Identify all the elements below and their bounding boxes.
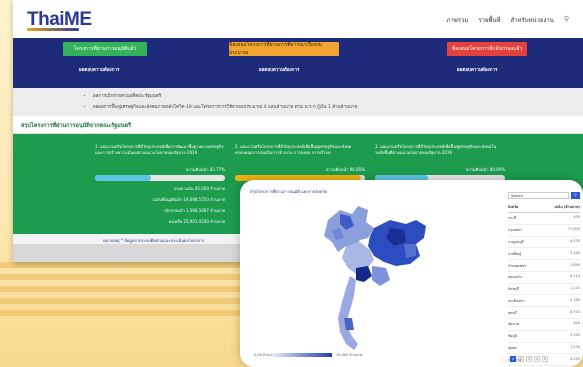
table-row[interactable]: กระบี่ 450 — [508, 213, 580, 225]
legend-max: 70,000 ล้านบาท — [336, 353, 363, 357]
table-row[interactable]: กาญจนบุรี 4,530 — [508, 237, 580, 249]
search-input[interactable]: Search — [508, 192, 569, 199]
province-name: กรุงเทพฯ — [508, 228, 522, 233]
budget-value: 4,450 — [569, 356, 580, 361]
legend-gradient — [272, 353, 332, 357]
progress-label: ความคืบหน้า 40.94% — [465, 167, 505, 172]
province-name: ชุมพร — [508, 345, 517, 350]
progress-label: ความคืบหน้า 42.77% — [185, 167, 225, 172]
budget-value: 1,890 — [569, 262, 580, 267]
search-button[interactable]: ⚲ — [571, 192, 580, 199]
page-button[interactable]: 3 — [526, 356, 532, 362]
progress-fill — [95, 175, 151, 181]
nav-item-area[interactable]: รายพื้นที่ — [478, 15, 500, 25]
budget-value: 450 — [573, 215, 580, 220]
map-region-east[interactable] — [372, 266, 390, 286]
table-row[interactable]: ขอนแก่น 5,210 — [508, 272, 580, 284]
table-row[interactable]: ชุมพร 1,230 — [508, 343, 580, 355]
province-name: ชัยภูมิ — [508, 334, 518, 339]
card-description: 1. แผนงานหรือโครงการที่มีวัตถุประสงค์เพื… — [95, 144, 224, 155]
province-table: Search ⚲ จังหวัด วงเงิน (ล้านบาท) กระบี่… — [508, 192, 580, 367]
budget-value: 4,530 — [569, 238, 580, 243]
column-header-province[interactable]: จังหวัด — [508, 204, 518, 210]
budget-value: 640 — [573, 321, 580, 326]
table-row[interactable]: ชลบุรี 8,910 — [508, 307, 580, 320]
budget-value: 77,000 — [567, 227, 580, 232]
info-item: ผลผลการฟื้นฟูเศรษฐกิจและสังคมภายหลังโควิ… — [93, 103, 583, 110]
map-region-north[interactable] — [324, 206, 374, 252]
budget-value: 3,100 — [569, 333, 580, 338]
thailand-map[interactable] — [324, 206, 426, 350]
budget-value: 1,230 — [569, 344, 580, 349]
table-row[interactable]: ฉะเชิงเทรา 2,780 — [508, 295, 580, 308]
category-subtitle: ผลตอบความต้องการ — [457, 68, 498, 73]
budget-value: 5,210 — [569, 274, 580, 279]
province-name: ชัยนาท — [508, 322, 520, 327]
screened-proposals-button[interactable]: ข้อเสนอโครงการที่กลั่นกรองแล้ว — [447, 42, 527, 56]
summary-card: 1. แผนงานหรือโครงการที่มีวัตถุประสงค์เพื… — [95, 144, 225, 225]
logo-swoosh — [27, 28, 79, 31]
category-subtitle: ผลตอบความต้องการ — [259, 68, 300, 73]
card-stat: คงเหลือ 25,901.4250 ล้านบาท — [168, 219, 225, 224]
nav-item-overview[interactable]: ภาพรวม — [447, 15, 469, 25]
page-button[interactable]: 4 — [534, 356, 540, 362]
province-name: จันทบุรี — [508, 287, 519, 292]
province-name: ฉะเชิงเทรา — [508, 298, 525, 303]
table-row[interactable]: ชัยนาท 640 — [508, 319, 580, 331]
budget-value: 1,120 — [569, 286, 580, 291]
column-header-budget[interactable]: วงเงิน (ล้านบาท) — [554, 204, 580, 210]
card-description: 3. แผนงานหรือโครงการที่มีวัตถุประสงค์เพื… — [375, 144, 497, 155]
card-stat: เบิกจ่ายแล้ว 1,560.1007 ล้านบาท — [164, 208, 225, 213]
map-province-bangkok[interactable] — [356, 266, 372, 282]
pagination: 12345 — [510, 356, 548, 362]
progress-label: ความคืบหน้า 96.85% — [325, 167, 365, 172]
table-header: จังหวัด วงเงิน (ล้านบาท) — [508, 202, 580, 213]
budget-value: 2,780 — [569, 297, 580, 302]
approved-projects-button[interactable]: โครงการที่ผ่านการอนุมัติแล้ว — [63, 42, 147, 56]
province-name: กาฬสินธุ์ — [508, 251, 522, 256]
table-row[interactable]: กาฬสินธุ์ 2,340 — [508, 248, 580, 261]
search-icon[interactable]: ⚲ — [564, 15, 569, 25]
progress-bar — [95, 175, 225, 181]
budget-value: 8,910 — [569, 309, 580, 314]
table-search: Search ⚲ — [508, 192, 580, 199]
top-navbar: ThaiME ภาพรวม รายพื้นที่ สำหรับหน่วยงาน … — [13, 0, 583, 38]
category-subtitle: ผลตอบความต้องการ — [79, 68, 120, 73]
card-stat: กรอบวงเงิน 45,000 ล้านบาท — [173, 186, 225, 191]
category-bar: โครงการที่ผ่านการอนุมัติแล้ว ข้อเสนอโครง… — [13, 38, 583, 88]
table-row[interactable]: จันทบุรี 1,120 — [508, 284, 580, 296]
page-button[interactable]: 1 — [510, 356, 516, 362]
card-description: 2. แผนงานหรือโครงการที่มีวัตถุประสงค์เพื… — [235, 144, 352, 155]
page-button[interactable]: 5 — [542, 356, 548, 362]
province-name: ชลบุรี — [508, 310, 517, 315]
province-name: ขอนแก่น — [508, 275, 522, 280]
section-title: สรุปโครงการที่ผ่านการอนุมัติจากคณะรัฐมนต… — [13, 116, 583, 134]
budget-value: 2,340 — [569, 250, 580, 255]
info-item: ผลการเบิกจ่ายตามมติคณะรัฐมนตรี — [93, 92, 583, 99]
nav-item-agency[interactable]: สำหรับหน่วยงาน — [511, 15, 554, 25]
table-row[interactable]: กำแพงเพชร 1,890 — [508, 260, 580, 272]
page-button[interactable]: 2 — [518, 356, 524, 362]
province-name: กระบี่ — [508, 216, 517, 221]
province-name: กาญจนบุรี — [508, 239, 524, 244]
table-row[interactable]: กรุงเทพฯ 77,000 — [508, 225, 580, 237]
card-stat: วงเงินที่อนุมัติแล้ว 19,098.5750 ล้านบาท — [151, 197, 225, 202]
table-body: กระบี่ 450 กรุงเทพฯ 77,000 กาญจนบุรี 4,530 กาฬ… — [508, 213, 580, 367]
map-title: สรุปโครงการที่ผ่านการอนุมัติ แยกรายจังหว… — [250, 189, 328, 194]
main-nav: ภาพรวม รายพื้นที่ สำหรับหน่วยงาน ⚲ — [447, 15, 569, 25]
map-province[interactable] — [404, 244, 416, 258]
table-row[interactable]: ชัยภูมิ 3,100 — [508, 331, 580, 343]
map-card: สรุปโครงการที่ผ่านการอนุมัติ แยกรายจังหว… — [240, 180, 583, 367]
info-box: ผลการเบิกจ่ายตามมติคณะรัฐมนตรี ผลผลการฟื… — [13, 88, 583, 116]
map-region-south[interactable] — [338, 276, 358, 350]
province-name: กำแพงเพชร — [508, 263, 527, 268]
budget-reviewed-button[interactable]: ข้อเสนอโครงการที่ผ่านการพิจารณาเรื่องงบป… — [229, 42, 339, 56]
